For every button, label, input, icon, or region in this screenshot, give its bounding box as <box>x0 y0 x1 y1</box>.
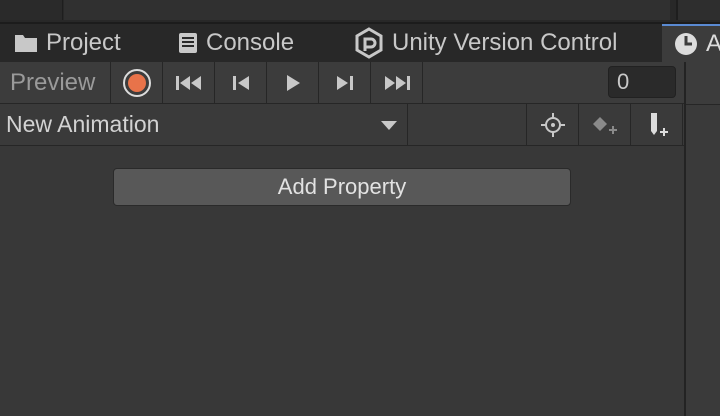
clip-row: New Animation <box>0 104 684 146</box>
skip-to-start-icon <box>175 75 201 90</box>
filter-by-selection-button[interactable] <box>527 104 579 145</box>
dropdown-arrow-icon <box>381 121 397 130</box>
frame-field[interactable]: 0 <box>608 66 676 98</box>
tab-project[interactable]: Project <box>14 24 121 62</box>
timeline-header <box>686 62 720 105</box>
play-button[interactable] <box>267 62 319 103</box>
sample-field[interactable] <box>409 104 527 145</box>
step-forward-icon <box>336 75 353 90</box>
previous-keyframe-button[interactable] <box>215 62 267 103</box>
skip-to-end-icon <box>384 75 410 90</box>
next-keyframe-button[interactable] <box>319 62 371 103</box>
animation-window: Preview 0 New Animation Add Property <box>0 62 684 416</box>
first-keyframe-button[interactable] <box>163 62 215 103</box>
top-panel-right <box>676 0 720 20</box>
top-panel-center <box>64 0 670 20</box>
playback-toolbar: Preview 0 <box>0 62 684 104</box>
animation-clock-icon <box>674 32 698 56</box>
record-icon <box>122 68 151 97</box>
tab-unity-version-control[interactable]: Unity Version Control <box>354 24 617 62</box>
play-icon <box>286 74 300 91</box>
add-event-icon <box>650 112 668 136</box>
crosshair-icon <box>540 112 565 137</box>
add-keyframe-button[interactable] <box>579 104 631 145</box>
timeline-area <box>684 62 720 416</box>
tab-label: Console <box>206 29 295 56</box>
clip-dropdown-value: New Animation <box>6 111 160 137</box>
record-button[interactable] <box>111 62 163 103</box>
console-icon <box>178 32 198 54</box>
tab-animation[interactable]: A <box>662 24 720 62</box>
tab-console[interactable]: Console <box>178 24 294 62</box>
top-panel-strip <box>0 0 720 22</box>
preview-toggle[interactable]: Preview <box>0 62 111 103</box>
top-panel-left <box>0 0 63 20</box>
add-event-button[interactable] <box>631 104 683 145</box>
step-back-icon <box>232 75 249 90</box>
last-keyframe-button[interactable] <box>371 62 423 103</box>
unity-version-control-icon <box>354 27 384 59</box>
tab-bar: Project Console Unity Version Control A <box>0 22 720 62</box>
add-keyframe-icon <box>592 116 617 134</box>
folder-icon <box>14 33 38 53</box>
tab-label: Project <box>46 29 121 56</box>
add-property-button[interactable]: Add Property <box>113 168 571 206</box>
tab-label: A <box>706 30 720 57</box>
clip-dropdown[interactable]: New Animation <box>0 104 408 145</box>
tab-label: Unity Version Control <box>392 29 618 56</box>
